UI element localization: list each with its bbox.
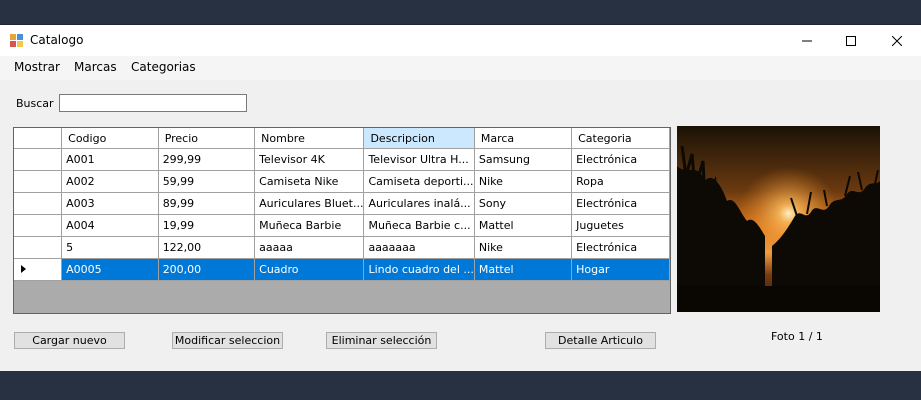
cell-codigo[interactable]: A002 (61, 170, 159, 193)
title-bar: Catalogo (0, 25, 921, 56)
close-icon (892, 35, 902, 46)
cell-precio[interactable]: 122,00 (158, 236, 256, 259)
menu-marcas[interactable]: Marcas (74, 60, 117, 74)
cell-marca[interactable]: Nike (474, 170, 573, 193)
cell-descripcion[interactable]: Muñeca Barbie c... (363, 214, 475, 237)
article-photo (677, 126, 880, 312)
cell-categoria[interactable]: Electrónica (571, 192, 670, 215)
cell-marca[interactable]: Mattel (474, 214, 573, 237)
minimize-icon (802, 40, 812, 41)
cell-categoria[interactable]: Juguetes (571, 214, 670, 237)
eliminar-seleccion-button[interactable]: Eliminar selección (326, 332, 437, 349)
cell-nombre[interactable]: Camiseta Nike (254, 170, 365, 193)
cell-precio[interactable]: 89,99 (158, 192, 256, 215)
row-header[interactable] (14, 258, 63, 281)
cell-descripcion[interactable]: Auriculares inalá... (363, 192, 475, 215)
close-button[interactable] (874, 25, 920, 56)
cell-nombre[interactable]: aaaaa (254, 236, 365, 259)
cell-precio[interactable]: 299,99 (158, 148, 256, 171)
column-header-precio[interactable]: Precio (158, 128, 256, 149)
column-header-nombre[interactable]: Nombre (254, 128, 365, 149)
row-header[interactable] (14, 148, 63, 171)
row-header[interactable] (14, 170, 63, 193)
cell-categoria[interactable]: Electrónica (571, 236, 670, 259)
cell-nombre[interactable]: Televisor 4K (254, 148, 365, 171)
cell-precio[interactable]: 59,99 (158, 170, 256, 193)
maximize-button[interactable] (828, 25, 874, 56)
row-header-corner (14, 128, 63, 149)
cell-codigo[interactable]: A003 (61, 192, 159, 215)
search-input[interactable] (59, 94, 247, 112)
articles-table: Codigo Precio Nombre Descripcion Marca C… (14, 128, 670, 281)
app-icon (10, 34, 24, 48)
cell-codigo[interactable]: 5 (61, 236, 159, 259)
menu-mostrar[interactable]: Mostrar (14, 60, 60, 74)
table-row-selected[interactable]: A0005 200,00 Cuadro Lindo cuadro del ...… (14, 258, 670, 281)
cell-descripcion[interactable]: Camiseta deporti... (363, 170, 475, 193)
minimize-button[interactable] (784, 25, 830, 56)
cell-categoria[interactable]: Electrónica (571, 148, 670, 171)
cell-nombre[interactable]: Cuadro (254, 258, 365, 281)
cell-precio[interactable]: 200,00 (158, 258, 256, 281)
modificar-seleccion-button[interactable]: Modificar seleccion (172, 332, 283, 349)
table-row[interactable]: A004 19,99 Muñeca Barbie Muñeca Barbie c… (14, 214, 670, 237)
window-title: Catalogo (30, 33, 84, 47)
table-row[interactable]: A002 59,99 Camiseta Nike Camiseta deport… (14, 170, 670, 193)
search-label: Buscar (16, 97, 54, 110)
cell-categoria[interactable]: Hogar (571, 258, 670, 281)
cell-descripcion[interactable]: Lindo cuadro del ... (363, 258, 475, 281)
detalle-articulo-button[interactable]: Detalle Articulo (545, 332, 656, 349)
column-header-descripcion[interactable]: Descripcion (363, 128, 475, 149)
cell-marca[interactable]: Sony (474, 192, 573, 215)
cell-precio[interactable]: 19,99 (158, 214, 256, 237)
cell-marca[interactable]: Samsung (474, 148, 573, 171)
table-row[interactable]: 5 122,00 aaaaa aaaaaaa Nike Electrónica (14, 236, 670, 259)
menu-bar: Mostrar Marcas Categorias (0, 56, 921, 80)
sunset-image (677, 126, 880, 312)
menu-categorias[interactable]: Categorias (131, 60, 196, 74)
cell-categoria[interactable]: Ropa (571, 170, 670, 193)
column-header-categoria[interactable]: Categoria (571, 128, 670, 149)
catalogo-window: Catalogo Mostrar Marcas Categorias Busca… (0, 24, 921, 371)
cell-marca[interactable]: Mattel (474, 258, 573, 281)
table-row[interactable]: A001 299,99 Televisor 4K Televisor Ultra… (14, 148, 670, 171)
row-header[interactable] (14, 236, 63, 259)
cell-codigo[interactable]: A004 (61, 214, 159, 237)
current-row-icon (21, 265, 26, 273)
row-header[interactable] (14, 192, 63, 215)
cell-descripcion[interactable]: Televisor Ultra H... (363, 148, 475, 171)
photo-counter: Foto 1 / 1 (771, 330, 823, 343)
cell-nombre[interactable]: Muñeca Barbie (254, 214, 365, 237)
column-header-codigo[interactable]: Codigo (61, 128, 159, 149)
cargar-nuevo-button[interactable]: Cargar nuevo (14, 332, 125, 349)
column-header-marca[interactable]: Marca (474, 128, 573, 149)
cell-descripcion[interactable]: aaaaaaa (363, 236, 475, 259)
maximize-icon (846, 35, 856, 46)
articles-grid[interactable]: Codigo Precio Nombre Descripcion Marca C… (13, 127, 671, 314)
cell-marca[interactable]: Nike (474, 236, 573, 259)
table-row[interactable]: A003 89,99 Auriculares Bluet... Auricula… (14, 192, 670, 215)
cell-codigo[interactable]: A001 (61, 148, 159, 171)
cell-nombre[interactable]: Auriculares Bluet... (254, 192, 365, 215)
table-header-row: Codigo Precio Nombre Descripcion Marca C… (14, 128, 670, 149)
cell-codigo[interactable]: A0005 (61, 258, 159, 281)
row-header[interactable] (14, 214, 63, 237)
